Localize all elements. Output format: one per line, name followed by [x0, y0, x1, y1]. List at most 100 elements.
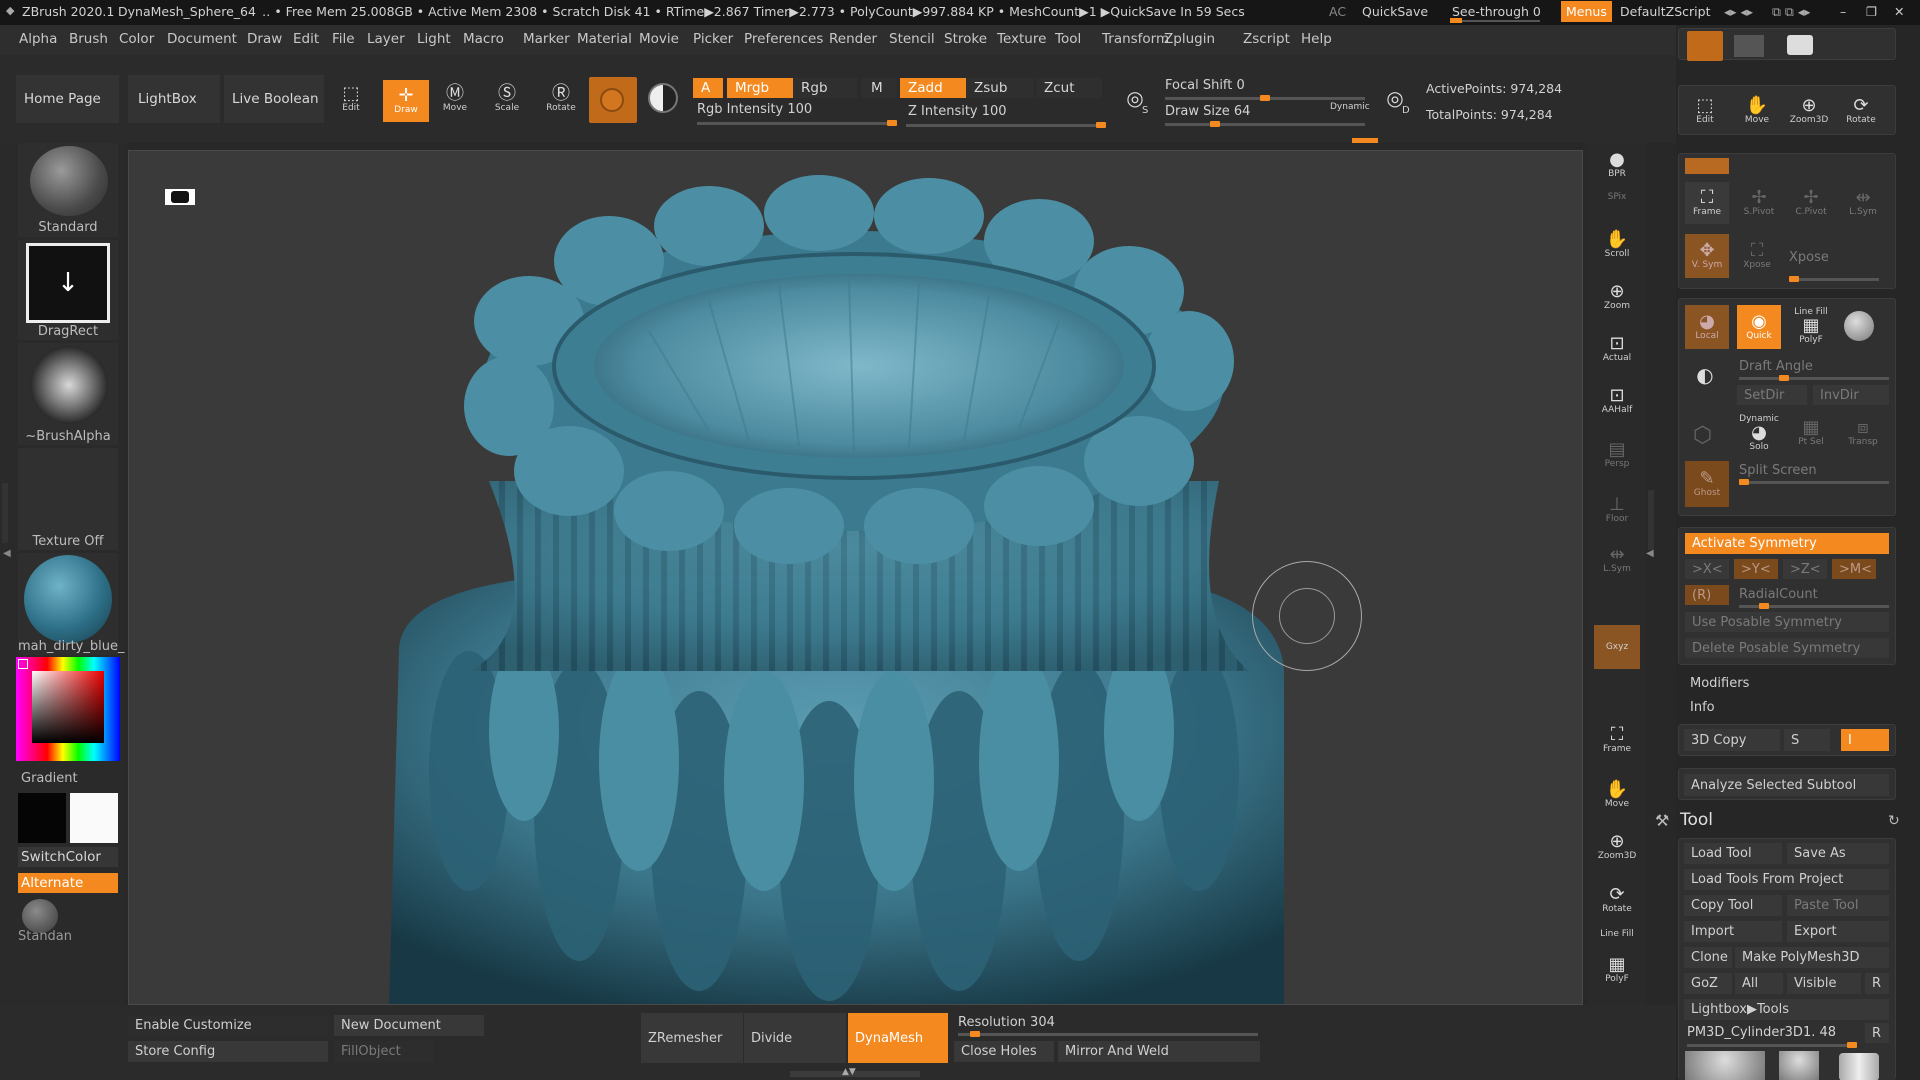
rgb-intensity-track[interactable] [697, 120, 897, 126]
shelf-spix-button[interactable]: SPix [1594, 188, 1640, 206]
shelf-sep-9-button[interactable] [1594, 588, 1640, 606]
split-screen-slider[interactable]: Split Screen [1739, 463, 1817, 478]
color-picker[interactable] [16, 657, 120, 761]
minimize-icon[interactable]: – [1840, 4, 1846, 19]
see-through-track[interactable] [1450, 18, 1540, 23]
focal-shift-track[interactable] [1165, 95, 1365, 101]
menu-zplugin[interactable]: Zplugin [1164, 31, 1215, 47]
goz-all-button[interactable]: All [1735, 973, 1783, 994]
make-polymesh3d-button[interactable]: Make PolyMesh3D [1735, 947, 1889, 968]
zoom3d-button[interactable]: ⊕ Zoom3D [1789, 91, 1829, 131]
transp-button[interactable]: ⧈ Transp [1841, 411, 1885, 455]
right-tray-handle[interactable] [1648, 490, 1654, 550]
left-tray-handle[interactable] [2, 483, 8, 543]
shelf-zoom3d-button[interactable]: ⊕ Zoom3D [1594, 825, 1640, 869]
tool-thumbnail-small[interactable] [1779, 1051, 1819, 1080]
new-document-button[interactable]: New Document [334, 1015, 484, 1036]
move-mode-button[interactable]: Ⓜ Move [437, 80, 473, 118]
quick-button[interactable]: ◉ Quick [1737, 305, 1781, 349]
contrast-icon[interactable]: ◐ [1685, 357, 1725, 393]
local-button[interactable]: ◕ Local [1685, 305, 1729, 349]
copy-tool-button[interactable]: Copy Tool [1684, 895, 1782, 916]
mrgb-toggle[interactable]: Mrgb [727, 78, 793, 98]
xpose-small-button[interactable]: ⛶ Xpose [1737, 238, 1777, 274]
focal-shift-slider[interactable]: Focal Shift 0 [1165, 78, 1245, 93]
mirror-and-weld-button[interactable]: Mirror And Weld [1058, 1041, 1260, 1062]
radialcount-track[interactable] [1739, 603, 1889, 609]
tool-palette-title[interactable]: Tool [1680, 810, 1713, 830]
live-boolean-button[interactable]: Live Boolean [224, 75, 324, 123]
zremesher-button[interactable]: ZRemesher [641, 1013, 743, 1063]
menu-render[interactable]: Render [829, 31, 877, 47]
shelf-bpr-button[interactable]: ● BPR [1594, 143, 1640, 187]
polyf-button[interactable]: Line Fill ▦ PolyF [1789, 303, 1833, 349]
save-as-button[interactable]: Save As [1787, 843, 1889, 864]
paste-tool-button[interactable]: Paste Tool [1787, 895, 1889, 916]
scale-mode-button[interactable]: Ⓢ Scale [489, 80, 525, 118]
quicksave-button[interactable]: QuickSave [1362, 4, 1428, 19]
menu-movie[interactable]: Movie [639, 31, 679, 47]
menu-preferences[interactable]: Preferences [744, 31, 823, 47]
copy3d-s-toggle[interactable]: S [1784, 729, 1830, 751]
shelf-aahalf-button[interactable]: ⊡ AAHalf [1594, 379, 1640, 423]
expand-bottom-icon[interactable]: ▲▼ [842, 1067, 856, 1077]
radialcount-slider[interactable]: RadialCount [1739, 587, 1818, 602]
ui-icons[interactable]: ⧉ ⧉ ◂▸ [1772, 4, 1810, 20]
draft-angle-slider[interactable]: Draft Angle [1739, 359, 1813, 374]
alpha-selector[interactable]: ~BrushAlpha [18, 343, 118, 445]
invdir-button[interactable]: InvDir [1813, 385, 1889, 405]
rotate-mode-button[interactable]: Ⓡ Rotate [543, 80, 579, 118]
zcut-toggle[interactable]: Zcut [1036, 78, 1102, 98]
cube-icon[interactable]: ⬡ [1693, 423, 1712, 448]
shelf-floor-button[interactable]: ⊥ Floor [1594, 488, 1640, 532]
menu-material[interactable]: Material [577, 31, 632, 47]
split-screen-track[interactable] [1739, 479, 1889, 485]
current-tool-r-button[interactable]: R [1865, 1023, 1889, 1043]
draw-size-track[interactable] [1165, 121, 1365, 127]
goz-visible-button[interactable]: Visible [1787, 973, 1861, 994]
menu-help[interactable]: Help [1301, 31, 1332, 47]
menu-transform[interactable]: Transform [1102, 31, 1169, 47]
ghost-button[interactable]: ✎ Ghost [1685, 461, 1729, 507]
shelf-sep-12-button[interactable] [1594, 683, 1640, 701]
dynamic-toggle[interactable]: Dynamic [1330, 102, 1370, 112]
menu-macro[interactable]: Macro [463, 31, 504, 47]
brush-selector[interactable]: Standard [18, 143, 118, 237]
modifiers-section[interactable]: Modifiers [1690, 676, 1749, 691]
lightbox-button[interactable]: LightBox [128, 75, 220, 123]
palette-refresh-icon[interactable]: ↻ [1888, 813, 1900, 829]
tool-thumbnail-cylinder[interactable] [1839, 1053, 1879, 1080]
layout-icons[interactable]: ◂▸ ◂▸ [1724, 4, 1753, 19]
alternate-button[interactable]: Alternate [18, 873, 118, 893]
shelf-persp-button[interactable]: ▤ Persp [1594, 433, 1640, 477]
menus-toggle[interactable]: Menus [1561, 1, 1612, 22]
rotate-button[interactable]: ⟳ Rotate [1841, 91, 1881, 131]
document-canvas[interactable] [128, 150, 1583, 1005]
menu-light[interactable]: Light [417, 31, 451, 47]
rgb-toggle[interactable]: Rgb [793, 78, 857, 98]
z-intensity-slider[interactable]: Z Intensity 100 [908, 104, 1007, 119]
xpose-track[interactable] [1789, 276, 1879, 282]
texture-selector[interactable]: Texture Off [18, 448, 118, 550]
shelf-rotate-button[interactable]: ⟳ Rotate [1594, 878, 1640, 922]
copy3d-button[interactable]: 3D Copy [1684, 729, 1780, 751]
menu-stencil[interactable]: Stencil [889, 31, 935, 47]
store-config-button[interactable]: Store Config [128, 1041, 328, 1062]
menu-layer[interactable]: Layer [367, 31, 405, 47]
zsub-toggle[interactable]: Zsub [966, 78, 1034, 98]
secondary-color-swatch[interactable] [18, 793, 66, 843]
gizmo-inner-ring[interactable] [1279, 588, 1335, 644]
edit-button[interactable]: ⬚ Edit [1685, 91, 1725, 131]
menu-picker[interactable]: Picker [693, 31, 733, 47]
sym-x-button[interactable]: >X< [1685, 559, 1729, 579]
clone-button[interactable]: Clone [1684, 947, 1732, 968]
delete-posable-symmetry-button[interactable]: Delete Posable Symmetry [1685, 638, 1889, 658]
menu-file[interactable]: File [332, 31, 355, 47]
switchcolor-button[interactable]: SwitchColor [18, 847, 118, 867]
shelf-l-sym-button[interactable]: ⇹ L.Sym [1594, 538, 1640, 582]
use-posable-symmetry-button[interactable]: Use Posable Symmetry [1685, 612, 1889, 632]
ac-label[interactable]: AC [1329, 4, 1346, 19]
analyze-subtool-button[interactable]: Analyze Selected Subtool [1684, 774, 1889, 796]
shelf-polyf-button[interactable]: ▦ PolyF [1594, 948, 1640, 992]
setdir-button[interactable]: SetDir [1737, 385, 1807, 405]
